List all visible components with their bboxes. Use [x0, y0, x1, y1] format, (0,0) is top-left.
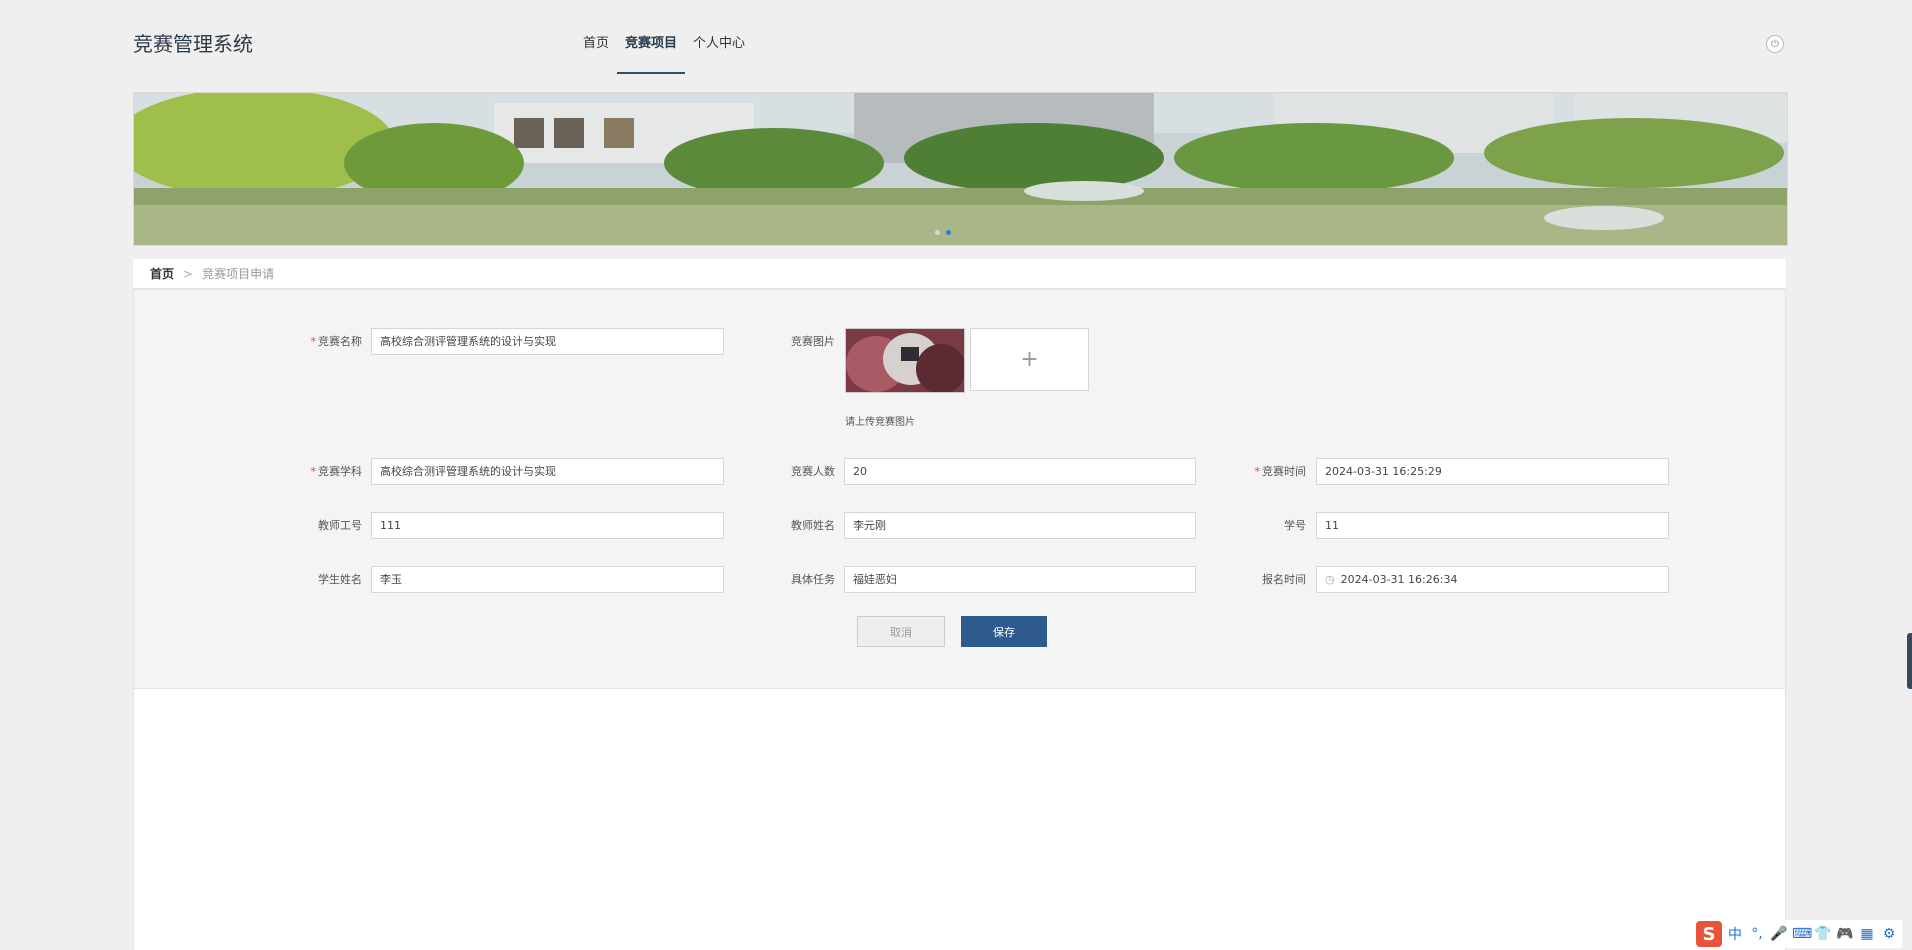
breadcrumb-separator: >: [183, 266, 194, 281]
breadcrumb-home[interactable]: 首页: [150, 265, 174, 282]
teacher-id-input[interactable]: 111: [371, 512, 724, 539]
top-nav: 首页 竞赛项目 个人中心: [575, 28, 753, 74]
breadcrumb: 首页 > 竞赛项目申请: [133, 259, 1786, 289]
carousel-dot-active[interactable]: [946, 230, 951, 235]
student-id-label: 学号: [1284, 519, 1306, 532]
signup-time-value: 2024-03-31 16:26:34: [1340, 573, 1458, 586]
signup-time-input[interactable]: ◷ 2024-03-31 16:26:34: [1316, 566, 1669, 593]
keyboard-icon[interactable]: ⌨: [1792, 926, 1812, 942]
sogou-logo-icon[interactable]: S: [1696, 921, 1722, 947]
image-upload-button[interactable]: +: [970, 328, 1089, 391]
breadcrumb-current: 竞赛项目申请: [202, 267, 275, 281]
signup-time-label: 报名时间: [1262, 573, 1306, 586]
microphone-icon[interactable]: 🎤: [1770, 926, 1788, 942]
clock-icon: ◷: [1325, 573, 1335, 586]
subject-input[interactable]: 高校综合测评管理系统的设计与实现: [371, 458, 724, 485]
app-title: 竞赛管理系统: [133, 32, 253, 56]
student-name-label: 学生姓名: [318, 573, 362, 586]
competition-name-label: * 竞赛名称: [310, 335, 363, 348]
teacher-id-label: 教师工号: [318, 519, 362, 532]
competition-name-input[interactable]: 高校综合测评管理系统的设计与实现: [371, 328, 724, 355]
nav-item-home[interactable]: 首页: [575, 28, 617, 74]
content-area: [133, 689, 1786, 950]
save-button[interactable]: 保存: [961, 616, 1047, 647]
nav-item-profile[interactable]: 个人中心: [685, 28, 753, 74]
competition-image-label: 竞赛图片: [791, 335, 835, 348]
chinese-mode-icon[interactable]: 中: [1726, 924, 1744, 944]
cancel-button[interactable]: 取消: [857, 616, 945, 647]
banner-carousel: [133, 92, 1788, 246]
carousel-indicators: [935, 230, 951, 235]
student-name-input[interactable]: 李玉: [371, 566, 724, 593]
ime-toolbar: S 中 °, 🎤 ⌨ 👕 🎮 ▦ ⚙: [1692, 920, 1902, 948]
game-icon[interactable]: 🎮: [1836, 926, 1854, 942]
teacher-name-input[interactable]: 李元刚: [844, 512, 1196, 539]
grid-icon[interactable]: ▦: [1858, 926, 1876, 942]
carousel-dot[interactable]: [935, 230, 940, 235]
campus-photo: [134, 93, 1787, 245]
nav-item-competitions[interactable]: 竞赛项目: [617, 28, 686, 74]
punctuation-icon[interactable]: °,: [1748, 926, 1766, 942]
teacher-name-label: 教师姓名: [791, 519, 835, 532]
task-input[interactable]: 福娃恶妇: [844, 566, 1196, 593]
settings-icon[interactable]: ⚙: [1880, 926, 1898, 942]
competition-time-label: * 竞赛时间: [1254, 465, 1307, 478]
image-upload-hint: 请上传竞赛图片: [845, 417, 915, 428]
task-label: 具体任务: [791, 573, 835, 586]
participants-input[interactable]: 20: [844, 458, 1196, 485]
student-id-input[interactable]: 11: [1316, 512, 1669, 539]
skin-icon[interactable]: 👕: [1814, 926, 1832, 942]
competition-image-thumbnail[interactable]: [845, 328, 965, 393]
competition-time-input[interactable]: 2024-03-31 16:25:29: [1316, 458, 1669, 485]
power-icon[interactable]: ⏻: [1766, 35, 1784, 53]
subject-label: * 竞赛学科: [310, 465, 363, 478]
side-drawer-handle[interactable]: [1907, 633, 1912, 689]
participants-label: 竞赛人数: [791, 465, 835, 478]
